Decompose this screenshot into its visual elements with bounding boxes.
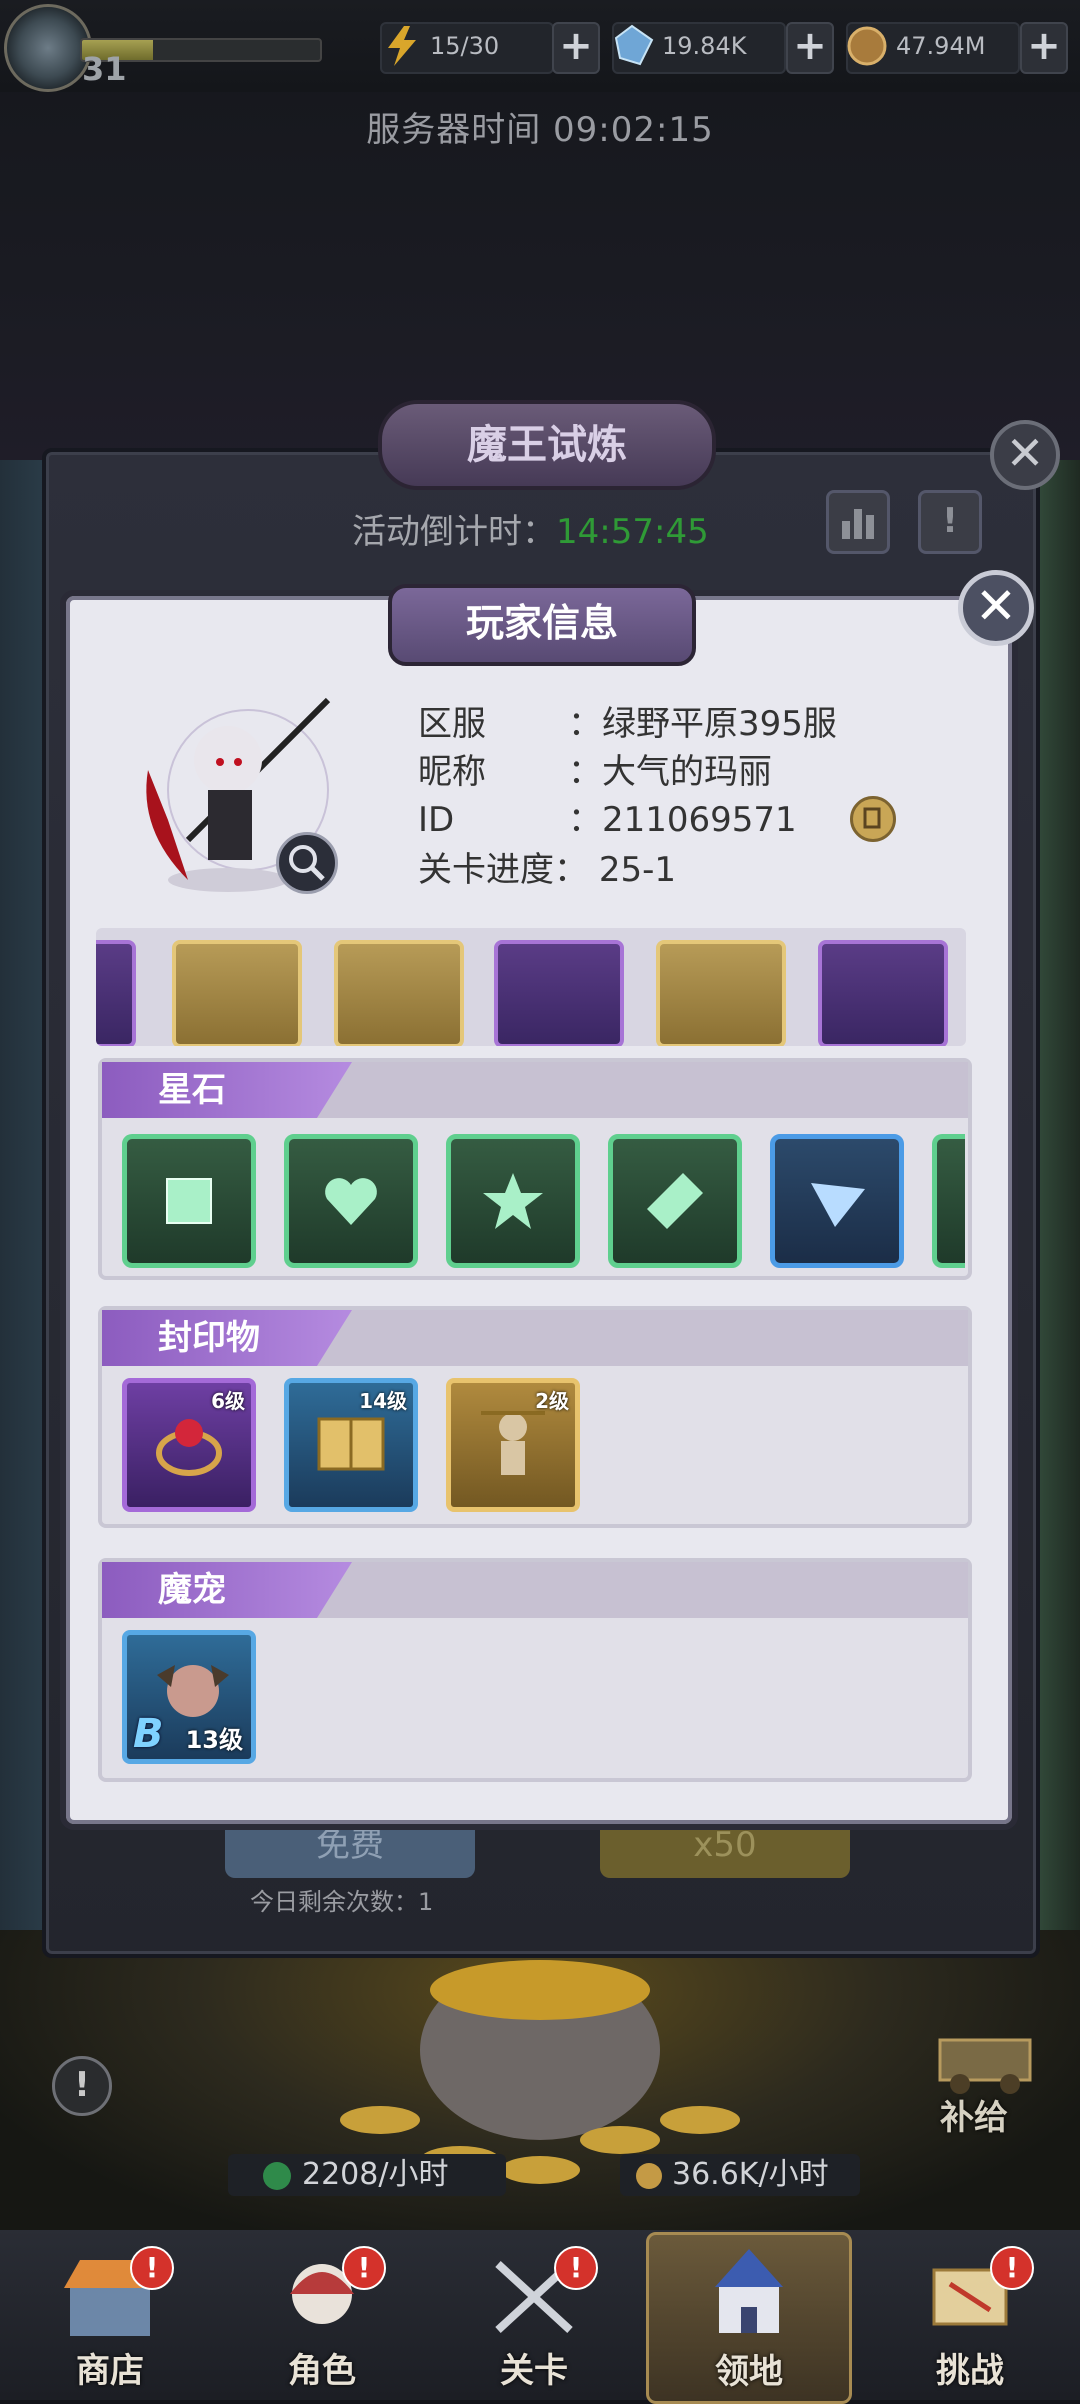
seal-item-ring[interactable]: 6级	[122, 1378, 256, 1512]
add-gems-button[interactable]: +	[786, 22, 834, 74]
star-stone-triangle[interactable]	[770, 1134, 904, 1268]
copy-icon	[863, 807, 881, 829]
pet-title: 魔宠	[158, 1570, 226, 1610]
server-label: 区服	[418, 704, 486, 744]
trial-close-button[interactable]: ✕	[990, 420, 1060, 490]
server-info: 区服 ：绿野平原395服	[418, 696, 837, 745]
nav-challenge-label: 挑战	[936, 2351, 1004, 2391]
nav-territory-label: 领地	[715, 2352, 783, 2392]
coin-rate-icon	[636, 2162, 662, 2189]
player-level: 31	[82, 50, 127, 88]
supply-label[interactable]: 补给	[940, 2090, 1008, 2139]
pet-level: 13级	[185, 1726, 243, 1754]
modal-close-button[interactable]: ✕	[958, 570, 1034, 646]
demon-trial-title: 魔王试炼	[378, 400, 716, 490]
remaining-count: 今日剩余次数：1	[250, 1888, 434, 1916]
supply-cart-icon[interactable]	[930, 2020, 1040, 2100]
pet-section: 魔宠 B 13级	[98, 1558, 972, 1782]
pet-item[interactable]: B 13级	[122, 1630, 256, 1764]
coin-icon	[846, 24, 888, 68]
seal-item-book[interactable]: 14级	[284, 1378, 418, 1512]
nav-challenge[interactable]: ! 挑战	[870, 2240, 1070, 2400]
server-time: 服务器时间 09:02:15	[366, 110, 714, 150]
equipment-slot-amulet[interactable]	[656, 940, 786, 1046]
star-stone-section: 星石	[98, 1058, 972, 1280]
equipment-slot-book[interactable]	[172, 940, 302, 1046]
star-stone-square[interactable]	[122, 1134, 256, 1268]
nickname-value: ：大气的玛丽	[568, 752, 772, 792]
nav-stage[interactable]: ! 关卡	[434, 2240, 634, 2400]
modal-title: 玩家信息	[388, 584, 696, 666]
seal-section: 封印物 6级 14级 2级	[98, 1306, 972, 1528]
stage-progress-info: 关卡进度： 25-1	[418, 842, 676, 891]
notification-badge: !	[554, 2246, 598, 2290]
add-energy-button[interactable]: +	[552, 22, 600, 74]
castle-icon	[715, 2249, 783, 2333]
star-stone-title: 星石	[158, 1070, 226, 1110]
notification-badge: !	[342, 2246, 386, 2290]
background-gold-pot-area	[0, 1930, 1080, 2230]
notification-badge: !	[990, 2246, 1034, 2290]
nickname-label: 昵称	[418, 752, 486, 792]
id-info: ID ：211069571	[418, 792, 797, 841]
countdown-value: 14:57:45	[556, 512, 709, 552]
copy-id-button[interactable]	[850, 796, 896, 842]
star-stone-partial[interactable]	[932, 1134, 965, 1268]
nav-shop-label: 商店	[76, 2351, 144, 2391]
seal-level: 2级	[535, 1389, 569, 1413]
seal-title: 封印物	[158, 1318, 260, 1358]
player-level-emblem[interactable]	[4, 4, 92, 92]
nickname-info: 昵称 ：大气的玛丽	[418, 744, 772, 793]
equipment-slot-robe[interactable]	[494, 940, 624, 1046]
info-button[interactable]: !	[918, 490, 982, 554]
coin-rate-value: 36.6K/小时	[672, 2157, 829, 2192]
rank-icon	[842, 509, 874, 539]
gold-pot-illustration	[340, 1960, 740, 2184]
magnifier-icon[interactable]	[276, 832, 338, 894]
id-value: ：211069571	[568, 800, 797, 840]
star-stone-diamond[interactable]	[608, 1134, 742, 1268]
pet-grade: B	[133, 1711, 164, 1757]
equipment-strip[interactable]	[96, 928, 966, 1046]
nav-character[interactable]: ! 角色	[222, 2240, 422, 2400]
exp-rate-value: 2208/小时	[302, 2157, 449, 2192]
countdown-label: 活动倒计时：	[352, 512, 556, 552]
notification-badge: !	[130, 2246, 174, 2290]
nav-territory[interactable]: 领地	[646, 2232, 852, 2404]
gems-value: 19.84K	[662, 32, 747, 60]
equipment-slot-boots[interactable]	[818, 940, 948, 1046]
coins-value: 47.94M	[896, 32, 986, 60]
nav-shop[interactable]: ! 商店	[10, 2240, 210, 2400]
nav-stage-label: 关卡	[500, 2351, 568, 2391]
stage-progress-value: 25-1	[598, 850, 676, 890]
diamond-icon	[612, 24, 654, 68]
star-stone-heart[interactable]	[284, 1134, 418, 1268]
exp-icon	[263, 2161, 291, 2190]
rank-button[interactable]	[826, 490, 890, 554]
id-label: ID	[418, 800, 455, 840]
event-countdown: 活动倒计时：14:57:45	[352, 504, 709, 553]
equipment-slot[interactable]	[96, 940, 136, 1046]
notice-button[interactable]: !	[52, 2056, 112, 2116]
equipment-slot-hat[interactable]	[334, 940, 464, 1046]
stage-progress-label: 关卡进度：	[418, 850, 588, 890]
seal-item-puppet[interactable]: 2级	[446, 1378, 580, 1512]
lightning-icon	[384, 26, 420, 66]
server-value: ：绿野平原395服	[568, 704, 837, 744]
add-coins-button[interactable]: +	[1020, 22, 1068, 74]
energy-value: 15/30	[430, 32, 500, 60]
seal-level: 6级	[211, 1389, 245, 1413]
nav-character-label: 角色	[288, 2351, 356, 2391]
exp-rate: 2208/小时	[228, 2154, 506, 2196]
coin-rate: 36.6K/小时	[620, 2154, 860, 2196]
seal-level: 14级	[359, 1389, 407, 1413]
star-stone-star[interactable]	[446, 1134, 580, 1268]
